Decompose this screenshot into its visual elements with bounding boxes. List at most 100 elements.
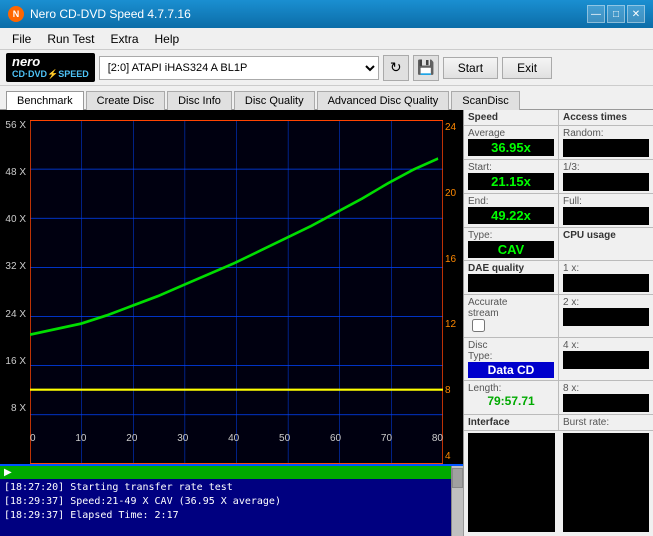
chart-and-log: 8 X 16 X 24 X 32 X 40 X 48 X 56 X xyxy=(0,110,463,536)
y-label-8: 8 X xyxy=(11,403,26,414)
drive-select[interactable]: [2:0] ATAPI iHAS324 A BL1P xyxy=(99,56,379,80)
log-entries: [18:27:20] Starting transfer rate test [… xyxy=(0,479,451,525)
tab-bar: Benchmark Create Disc Disc Info Disc Qua… xyxy=(0,86,653,110)
save-button[interactable]: 💾 xyxy=(413,55,439,81)
menu-file[interactable]: File xyxy=(4,28,39,49)
minimize-button[interactable]: — xyxy=(587,5,605,23)
close-button[interactable]: ✕ xyxy=(627,5,645,23)
cpu-header: CPU usage xyxy=(559,228,653,260)
x-label-80: 80 xyxy=(432,433,443,444)
cpu1x-col: 1 x: xyxy=(559,261,653,294)
tab-benchmark[interactable]: Benchmark xyxy=(6,91,84,110)
cpu-label: CPU usage xyxy=(563,230,649,241)
panel-row-9: Interface Burst rate: xyxy=(464,415,653,431)
burst-label: Burst rate: xyxy=(563,417,649,428)
disc-type-value: Data CD xyxy=(468,362,554,378)
cpu2x-value xyxy=(563,308,649,326)
interface-col: Interface xyxy=(464,415,559,430)
nero-logo: nero CD·DVD⚡SPEED xyxy=(6,53,95,81)
tab-disc-quality[interactable]: Disc Quality xyxy=(234,91,315,110)
end-col: End: 49.22x xyxy=(464,194,559,227)
random-label: Random: xyxy=(563,128,649,139)
cpu8x-label: 8 x: xyxy=(563,383,649,394)
panel-row-6: Accurate stream 2 x: xyxy=(464,295,653,338)
start-button[interactable]: Start xyxy=(443,57,498,79)
y-label-40: 40 X xyxy=(5,214,26,225)
exit-button[interactable]: Exit xyxy=(502,57,552,79)
y-axis-right: 4 8 12 16 20 24 xyxy=(443,120,463,464)
start-value: 21.15x xyxy=(468,173,554,190)
average-value: 36.95x xyxy=(468,139,554,156)
log-entry-1: [18:29:37] Speed:21-49 X CAV (36.95 X av… xyxy=(4,495,447,509)
menu-help[interactable]: Help xyxy=(147,28,188,49)
refresh-button[interactable]: ↻ xyxy=(383,55,409,81)
cpu4x-value xyxy=(563,351,649,369)
accurate-stream-checkbox[interactable] xyxy=(472,319,485,332)
cpu8x-col: 8 x: xyxy=(559,381,653,414)
log-entry-0: [18:27:20] Starting transfer rate test xyxy=(4,481,447,495)
length-value: 79:57.71 xyxy=(468,394,554,408)
log-scrollbar[interactable] xyxy=(451,466,463,536)
menu-run-test[interactable]: Run Test xyxy=(39,28,102,49)
onethird-col: 1/3: xyxy=(559,160,653,193)
app-icon: N xyxy=(8,6,24,22)
right-panel: Speed Access times Average 36.95x Random… xyxy=(463,110,653,536)
average-label: Average xyxy=(468,128,554,139)
panel-row-2: Start: 21.15x 1/3: xyxy=(464,160,653,194)
log-header: ▶ xyxy=(0,466,451,479)
end-value: 49.22x xyxy=(468,207,554,224)
maximize-button[interactable]: □ xyxy=(607,5,625,23)
start-col: Start: 21.15x xyxy=(464,160,559,193)
log-entry-2: [18:29:37] Elapsed Time: 2:17 xyxy=(4,509,447,523)
burst-col: Burst rate: xyxy=(559,415,653,430)
cpu1x-value xyxy=(563,274,649,292)
type-value: CAV xyxy=(468,241,554,258)
burst-value xyxy=(563,433,650,532)
tab-create-disc[interactable]: Create Disc xyxy=(86,91,165,110)
panel-row-4: Type: CAV CPU usage xyxy=(464,228,653,261)
tab-disc-info[interactable]: Disc Info xyxy=(167,91,232,110)
y-right-12: 12 xyxy=(445,319,456,330)
cpu8x-value xyxy=(563,394,649,412)
panel-row-8: Length: 79:57.71 8 x: xyxy=(464,381,653,415)
y-right-8: 8 xyxy=(445,385,451,396)
average-col: Average 36.95x xyxy=(464,126,559,159)
full-value xyxy=(563,207,649,225)
main-content: 8 X 16 X 24 X 32 X 40 X 48 X 56 X xyxy=(0,110,653,536)
y-label-48: 48 X xyxy=(5,167,26,178)
title-bar: N Nero CD-DVD Speed 4.7.7.16 — □ ✕ xyxy=(0,0,653,28)
x-label-60: 60 xyxy=(330,433,341,444)
x-label-50: 50 xyxy=(279,433,290,444)
y-right-4: 4 xyxy=(445,451,451,462)
title-bar-text: Nero CD-DVD Speed 4.7.7.16 xyxy=(30,7,191,21)
x-label-70: 70 xyxy=(381,433,392,444)
title-bar-left: N Nero CD-DVD Speed 4.7.7.16 xyxy=(8,6,191,22)
onethird-label: 1/3: xyxy=(563,162,649,173)
cpu4x-col: 4 x: xyxy=(559,338,653,380)
scrollbar-thumb[interactable] xyxy=(452,468,463,488)
tab-scandisc[interactable]: ScanDisc xyxy=(451,91,519,110)
panel-bottom xyxy=(464,431,653,536)
panel-row-1: Average 36.95x Random: xyxy=(464,126,653,160)
y-right-20: 20 xyxy=(445,188,456,199)
random-col: Random: xyxy=(559,126,653,159)
panel-row-5: DAE quality 1 x: xyxy=(464,261,653,295)
type-col: Type: CAV xyxy=(464,228,559,260)
disc-label: Disc xyxy=(468,340,554,351)
cpu2x-col: 2 x: xyxy=(559,295,653,337)
full-label: Full: xyxy=(563,196,649,207)
cpu2x-label: 2 x: xyxy=(563,297,649,308)
menu-extra[interactable]: Extra xyxy=(102,28,146,49)
cpu1x-label: 1 x: xyxy=(563,263,649,274)
interface-value xyxy=(468,433,555,532)
chart-wrapper: 8 X 16 X 24 X 32 X 40 X 48 X 56 X xyxy=(0,110,463,464)
y-right-24: 24 xyxy=(445,122,456,133)
tab-advanced-disc-quality[interactable]: Advanced Disc Quality xyxy=(317,91,450,110)
end-label: End: xyxy=(468,196,554,207)
accurate-col: Accurate stream xyxy=(464,295,559,337)
disc-type-label: Type: xyxy=(468,351,554,362)
disc-type-col: Disc Type: Data CD xyxy=(464,338,559,380)
x-label-0: 0 xyxy=(30,433,36,444)
type-label: Type: xyxy=(468,230,554,241)
y-label-56: 56 X xyxy=(5,120,26,131)
